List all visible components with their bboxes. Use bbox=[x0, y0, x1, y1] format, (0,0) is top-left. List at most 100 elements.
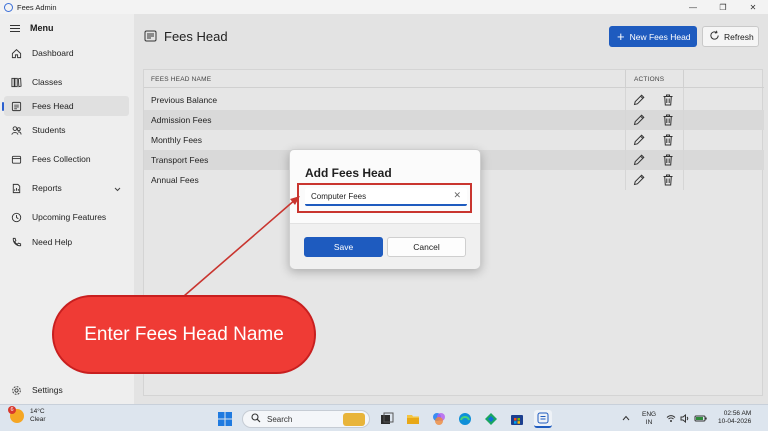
temperature: 14°C bbox=[30, 408, 45, 415]
app-green-icon[interactable] bbox=[482, 410, 500, 428]
sidebar-item-label: Fees Collection bbox=[32, 154, 91, 164]
sidebar-item-settings[interactable]: Settings bbox=[4, 380, 129, 400]
app-icon bbox=[4, 2, 13, 12]
search-icon bbox=[251, 413, 261, 425]
delete-icon[interactable] bbox=[661, 173, 675, 187]
home-icon bbox=[10, 47, 22, 59]
column-divider bbox=[625, 70, 626, 88]
sidebar-item-label: Students bbox=[32, 125, 66, 135]
hamburger-icon[interactable] bbox=[10, 24, 20, 32]
edit-icon[interactable] bbox=[632, 133, 646, 147]
window-title: Fees Admin bbox=[17, 2, 57, 12]
document-icon bbox=[10, 100, 22, 112]
fees-head-name: Annual Fees bbox=[151, 175, 199, 185]
people-icon bbox=[10, 124, 22, 136]
store-icon[interactable] bbox=[508, 410, 526, 428]
sidebar-item-upcoming-features[interactable]: Upcoming Features bbox=[4, 207, 129, 227]
save-button[interactable]: Save bbox=[304, 237, 383, 257]
chevron-down-icon[interactable] bbox=[114, 184, 121, 194]
maximize-icon[interactable]: ❐ bbox=[708, 0, 738, 14]
table-row[interactable]: Previous Balance bbox=[144, 90, 764, 110]
sidebar-item-label: Fees Head bbox=[32, 101, 74, 111]
fees-head-name: Previous Balance bbox=[151, 95, 218, 105]
column-divider bbox=[683, 70, 684, 88]
fees-admin-app-icon[interactable] bbox=[534, 410, 552, 428]
table-header: FEES HEAD NAME ACTIONS bbox=[144, 70, 764, 88]
task-view-icon[interactable] bbox=[378, 410, 396, 428]
edit-icon[interactable] bbox=[632, 173, 646, 187]
edit-icon[interactable] bbox=[632, 153, 646, 167]
sidebar-item-reports[interactable]: Reports bbox=[4, 178, 129, 198]
edge-browser-icon[interactable] bbox=[456, 410, 474, 428]
table-row[interactable]: Monthly Fees bbox=[144, 130, 764, 150]
refresh-label: Refresh bbox=[724, 31, 754, 42]
file-explorer-icon[interactable] bbox=[404, 410, 422, 428]
system-tray: ENG IN bbox=[622, 409, 708, 429]
plus-icon: + bbox=[617, 29, 625, 44]
notification-badge: 6 bbox=[8, 406, 16, 414]
menu-toggle[interactable]: Menu bbox=[0, 19, 54, 37]
callout-bubble: Enter Fees Head Name bbox=[52, 295, 316, 374]
sidebar-item-label: Dashboard bbox=[32, 48, 74, 58]
sidebar-item-classes[interactable]: Classes bbox=[4, 72, 129, 92]
close-icon[interactable]: ✕ bbox=[738, 0, 768, 14]
copilot-icon[interactable] bbox=[430, 410, 448, 428]
weather-condition: Clear bbox=[30, 416, 46, 423]
sidebar-item-need-help[interactable]: Need Help bbox=[4, 232, 129, 252]
language-indicator[interactable]: ENG IN bbox=[642, 411, 656, 427]
edit-icon[interactable] bbox=[632, 113, 646, 127]
sidebar-item-label: Need Help bbox=[32, 237, 73, 247]
battery-icon[interactable] bbox=[694, 414, 708, 425]
refresh-icon bbox=[709, 30, 720, 43]
windows-start-icon[interactable] bbox=[216, 410, 234, 428]
delete-icon[interactable] bbox=[661, 133, 675, 147]
fees-head-name: Monthly Fees bbox=[151, 135, 203, 145]
new-fees-head-button[interactable]: + New Fees Head bbox=[609, 26, 697, 47]
sidebar-item-fees-head[interactable]: Fees Head bbox=[2, 96, 129, 116]
delete-icon[interactable] bbox=[661, 153, 675, 167]
wifi-icon[interactable] bbox=[666, 414, 676, 425]
fees-head-icon bbox=[144, 30, 157, 44]
new-fees-head-label: New Fees Head bbox=[629, 31, 691, 42]
table-row[interactable]: Admission Fees bbox=[144, 110, 764, 130]
fees-head-name: Transport Fees bbox=[151, 155, 209, 165]
sidebar-item-label: Classes bbox=[32, 77, 63, 87]
taskbar-search[interactable]: Search bbox=[242, 410, 370, 428]
wallet-icon bbox=[10, 153, 22, 165]
system-clock[interactable]: 02:56 AM 10-04-2026 bbox=[718, 410, 751, 426]
window-controls: — ❐ ✕ bbox=[678, 0, 768, 14]
edit-icon[interactable] bbox=[632, 93, 646, 107]
column-header-actions: ACTIONS bbox=[634, 76, 665, 83]
page-header: Fees Head bbox=[144, 29, 228, 44]
sidebar-item-fees-collection[interactable]: Fees Collection bbox=[4, 149, 129, 169]
chevron-up-icon[interactable] bbox=[622, 415, 630, 423]
sidebar-item-students[interactable]: Students bbox=[4, 120, 129, 140]
refresh-button[interactable]: Refresh bbox=[702, 26, 759, 47]
fees-head-name: Admission Fees bbox=[151, 115, 212, 125]
clock-time: 02:56 AM bbox=[723, 410, 752, 417]
phone-icon bbox=[10, 236, 22, 248]
sidebar-item-dashboard[interactable]: Dashboard bbox=[4, 43, 129, 63]
gear-icon bbox=[10, 384, 22, 396]
callout-text: Enter Fees Head Name bbox=[84, 323, 284, 345]
minimize-icon[interactable]: — bbox=[678, 0, 708, 14]
weather-widget[interactable]: 6 14°C Clear bbox=[8, 406, 46, 424]
column-header-name: FEES HEAD NAME bbox=[151, 76, 212, 83]
delete-icon[interactable] bbox=[661, 113, 675, 127]
clock-date: 10-04-2026 bbox=[718, 418, 752, 425]
taskbar: 6 14°C Clear Search ENG IN 02:56 AM 10-0… bbox=[0, 404, 768, 431]
delete-icon[interactable] bbox=[661, 93, 675, 107]
volume-icon[interactable] bbox=[680, 413, 690, 425]
clock-icon bbox=[10, 211, 22, 223]
cancel-button[interactable]: Cancel bbox=[387, 237, 466, 257]
sidebar-item-label: Settings bbox=[32, 385, 63, 395]
report-icon bbox=[10, 182, 22, 194]
region-code: IN bbox=[645, 419, 653, 426]
column-divider bbox=[683, 88, 684, 190]
input-highlight-box bbox=[297, 183, 472, 213]
sidebar-item-label: Reports bbox=[32, 183, 62, 193]
title-bar: Fees Admin — ❐ ✕ bbox=[0, 0, 768, 14]
language-code: ENG bbox=[642, 411, 657, 418]
search-highlight-icon bbox=[343, 413, 365, 426]
column-divider bbox=[625, 88, 626, 190]
